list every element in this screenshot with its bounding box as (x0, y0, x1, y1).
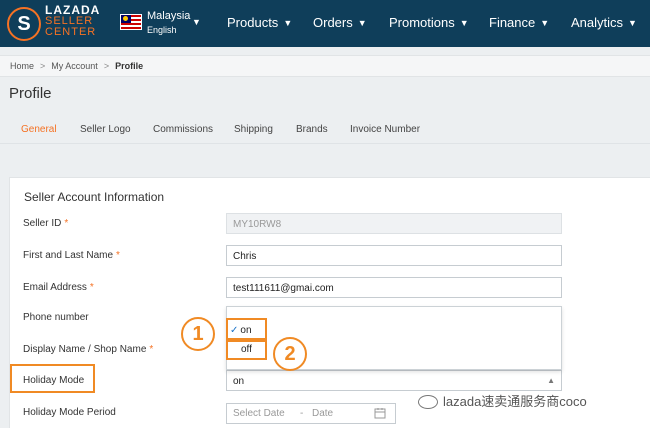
logo-text-center: CENTER (45, 26, 97, 38)
tab-general[interactable]: General (21, 124, 57, 135)
breadcrumb: Home > My Account > Profile (10, 61, 144, 71)
seller-id-label: Seller ID * (23, 218, 69, 229)
breadcrumb-profile: Profile (115, 61, 144, 71)
caret-down-icon: ▼ (357, 18, 367, 28)
phone-label: Phone number (23, 312, 89, 323)
highlight-holiday-mode (10, 364, 95, 393)
logo-s-icon: S (7, 7, 41, 41)
highlight-option-off (226, 340, 267, 360)
holiday-period-label: Holiday Mode Period (23, 407, 116, 418)
nav-orders[interactable]: Orders ▼ (313, 15, 367, 30)
tab-brands[interactable]: Brands (296, 124, 328, 135)
language-name: English (147, 25, 177, 35)
email-label: Email Address * (23, 282, 94, 293)
tab-invoice-number[interactable]: Invoice Number (350, 124, 420, 135)
name-label: First and Last Name * (23, 250, 120, 261)
date-separator: - (300, 408, 304, 419)
caret-up-icon: ▲ (547, 376, 555, 385)
breadcrumb-home[interactable]: Home (10, 61, 34, 71)
step-2-badge: 2 (273, 337, 307, 371)
lazada-logo[interactable]: S LAZADA SELLER CENTER (7, 4, 117, 43)
caret-down-icon: ▼ (540, 18, 550, 28)
name-field[interactable]: Chris (226, 245, 562, 266)
step-1-badge: 1 (181, 317, 215, 351)
end-date-input[interactable]: Date (312, 408, 333, 419)
tab-shipping[interactable]: Shipping (234, 124, 273, 135)
caret-down-icon[interactable]: ▼ (192, 17, 201, 27)
wechat-icon (418, 394, 438, 409)
start-date-input[interactable]: Select Date (233, 408, 285, 419)
profile-tabs: General Seller Logo Commissions Shipping… (0, 118, 650, 144)
nav-promotions[interactable]: Promotions ▼ (389, 15, 469, 30)
page-title: Profile (9, 85, 52, 102)
nav-products[interactable]: Products ▼ (227, 15, 292, 30)
nav-analytics[interactable]: Analytics ▼ (571, 15, 637, 30)
holiday-period-picker[interactable]: Select Date - Date (226, 403, 396, 424)
email-field[interactable]: test111611@gmai.com (226, 277, 562, 298)
nav-finance[interactable]: Finance ▼ (489, 15, 549, 30)
breadcrumb-my-account[interactable]: My Account (51, 61, 98, 71)
tab-commissions[interactable]: Commissions (153, 124, 213, 135)
highlight-option-on (226, 318, 267, 340)
country-selector[interactable]: Malaysia English (147, 9, 190, 37)
breadcrumb-bar: Home > My Account > Profile (0, 55, 650, 77)
country-name: Malaysia (147, 10, 191, 22)
caret-down-icon: ▼ (283, 18, 293, 28)
section-title: Seller Account Information (24, 190, 165, 204)
caret-down-icon: ▼ (459, 18, 469, 28)
holiday-mode-select[interactable]: on ▲ (226, 370, 562, 391)
watermark: lazada速卖通服务商coco (418, 391, 587, 410)
tab-seller-logo[interactable]: Seller Logo (80, 124, 131, 135)
top-nav: S LAZADA SELLER CENTER Malaysia English … (0, 0, 650, 47)
calendar-icon[interactable] (374, 407, 386, 422)
caret-down-icon: ▼ (628, 18, 637, 28)
display-name-label: Display Name / Shop Name * (23, 344, 154, 355)
seller-id-field: MY10RW8 (226, 213, 562, 234)
malaysia-flag-icon[interactable] (120, 14, 142, 30)
